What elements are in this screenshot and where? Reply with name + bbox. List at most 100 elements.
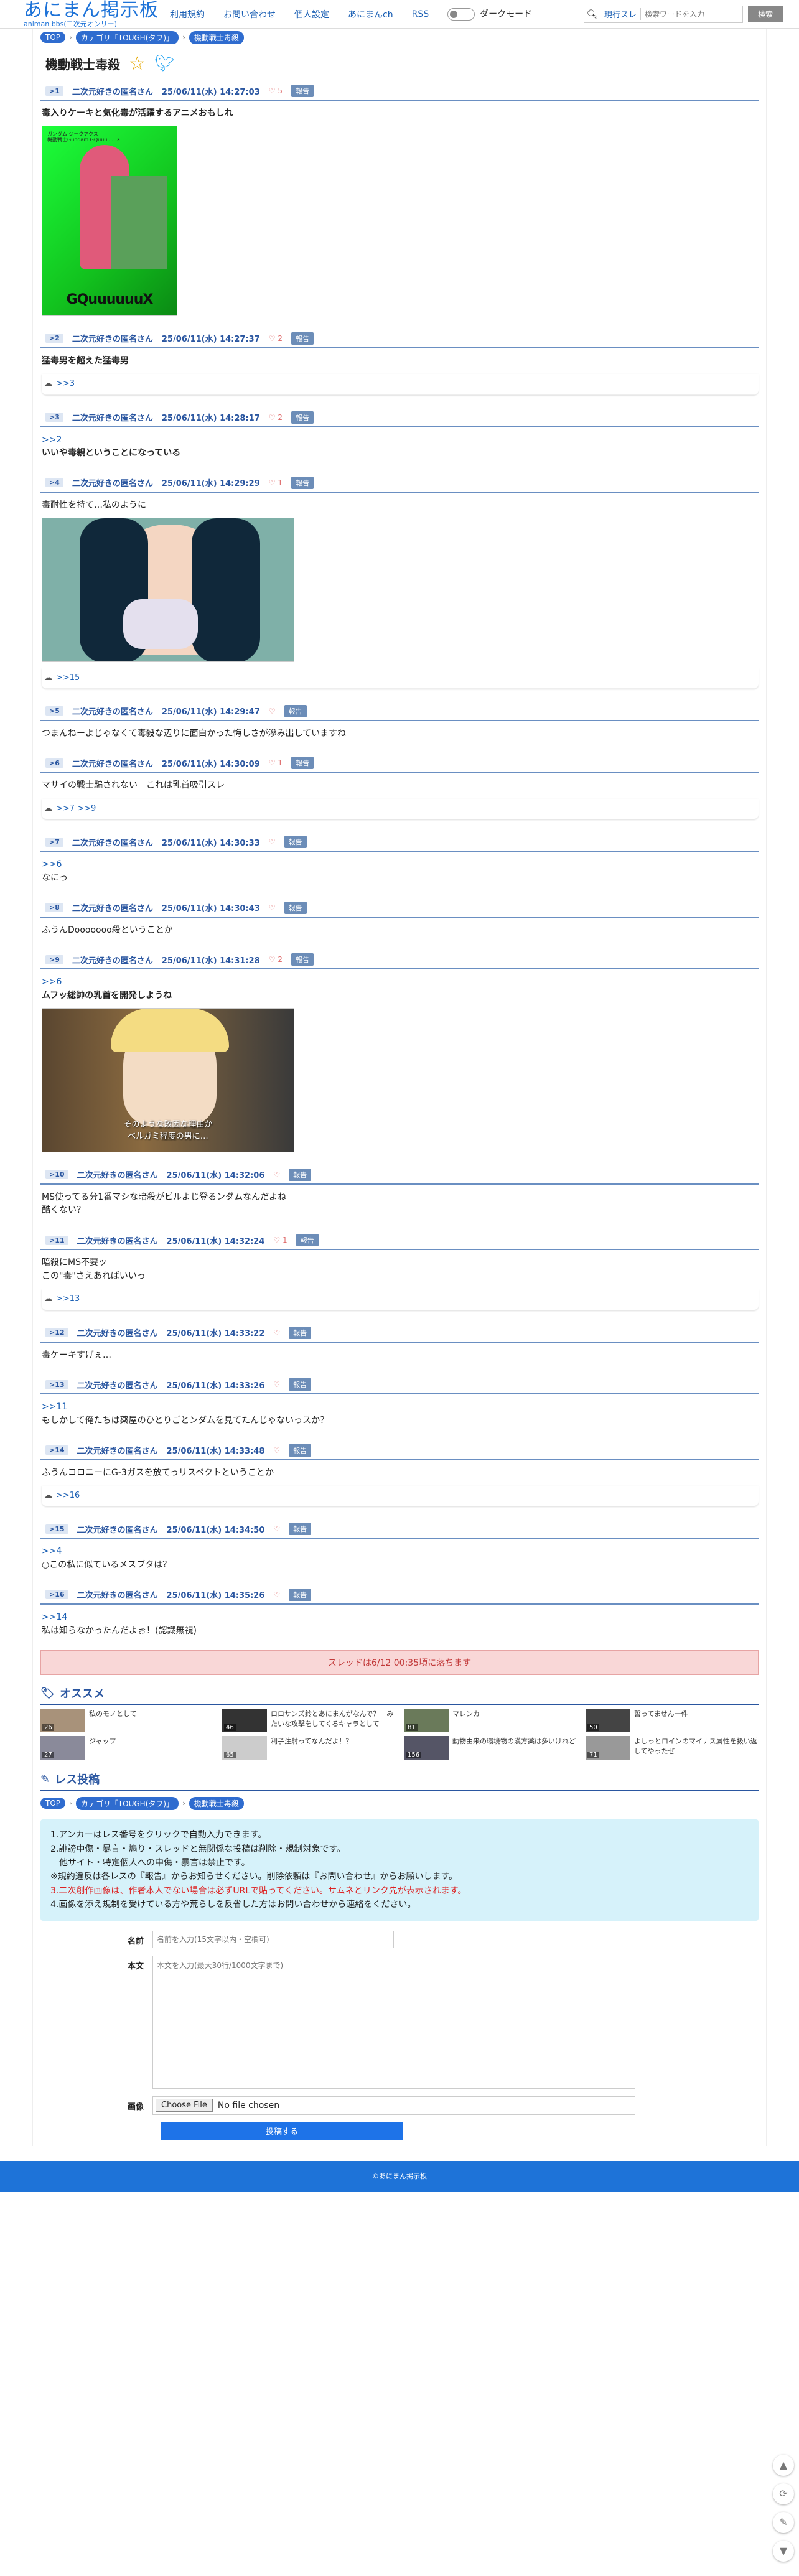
recommend-thumbnail[interactable]: 65 <box>222 1736 267 1760</box>
post-number[interactable]: >7 <box>45 837 63 847</box>
like-button[interactable]: ♡ <box>269 838 276 846</box>
body-field[interactable] <box>152 1955 635 2089</box>
reply-anchor[interactable]: >>6 <box>42 976 759 989</box>
search-scope-select[interactable]: 現行スレ <box>600 8 642 20</box>
breadcrumb-top[interactable]: TOP <box>40 32 66 43</box>
favorite-star-icon[interactable]: ☆ <box>129 53 146 75</box>
post-number[interactable]: >3 <box>45 413 63 422</box>
name-field[interactable] <box>152 1930 394 1948</box>
scroll-bottom-icon[interactable]: ▼ <box>773 2541 794 2562</box>
post-number[interactable]: >8 <box>45 903 63 913</box>
report-button[interactable]: 報告 <box>291 476 314 489</box>
reply-links[interactable]: ☁︎ >>7 >>9 <box>42 799 759 820</box>
site-logo[interactable]: あにまん掲示板 animan bbs(二次元オンリー) <box>24 1 159 27</box>
recommend-card[interactable]: 156 動物由来の環境物の漢方薬は多いけれど <box>404 1736 577 1760</box>
recommend-card[interactable]: 50 誓ってません一件 <box>586 1709 759 1733</box>
nav-contact[interactable]: お問い合わせ <box>223 8 276 21</box>
recommend-thumbnail[interactable]: 156 <box>404 1736 449 1760</box>
breadcrumb-category[interactable]: カテゴリ「TOUGH(タフ)」 <box>75 1796 179 1810</box>
post-number[interactable]: >14 <box>45 1445 68 1455</box>
report-button[interactable]: 報告 <box>291 411 314 424</box>
recommend-thumbnail[interactable]: 27 <box>40 1736 85 1760</box>
report-button[interactable]: 報告 <box>291 332 314 345</box>
recommend-card[interactable]: 71 よしっとロインのマイナス属性を扱い返してやったぜ <box>586 1736 759 1760</box>
breadcrumb-thread[interactable]: 機動戦士毒殺 <box>189 30 244 44</box>
submit-button[interactable]: 投稿する <box>161 2122 403 2140</box>
recommend-card[interactable]: 81 マレンカ <box>404 1709 577 1733</box>
report-button[interactable]: 報告 <box>291 757 314 770</box>
like-button[interactable]: ♡ 2 <box>269 334 283 343</box>
reply-anchor[interactable]: >>6 <box>42 858 759 872</box>
like-button[interactable]: ♡ <box>273 1446 280 1455</box>
report-button[interactable]: 報告 <box>284 836 307 849</box>
post-number[interactable]: >12 <box>45 1328 68 1338</box>
search-input[interactable] <box>641 6 735 22</box>
recommend-thumbnail[interactable]: 26 <box>40 1709 85 1733</box>
post-number[interactable]: >1 <box>45 86 63 96</box>
reply-list[interactable]: >>7 >>9 <box>56 804 96 813</box>
report-button[interactable]: 報告 <box>289 1444 312 1457</box>
recommend-card[interactable]: 27 ジャップ <box>40 1736 213 1760</box>
post-image[interactable]: ガンダム ジークアクス 機動戦士Gundam GQuuuuuuX GQuuuuuuX <box>42 125 177 316</box>
recommend-title[interactable]: 私のモノとして <box>89 1709 137 1732</box>
like-button[interactable]: ♡ 1 <box>273 1236 287 1244</box>
like-button[interactable]: ♡ 1 <box>269 758 283 767</box>
like-button[interactable]: ♡ <box>273 1380 280 1389</box>
recommend-title[interactable]: マレンカ <box>452 1709 480 1732</box>
breadcrumb-top[interactable]: TOP <box>40 1798 66 1809</box>
reply-list[interactable]: >>3 <box>56 379 75 388</box>
reply-list[interactable]: >>16 <box>56 1491 80 1500</box>
recommend-title[interactable]: 誓ってません一件 <box>634 1709 688 1732</box>
breadcrumb-thread[interactable]: 機動戦士毒殺 <box>189 1796 244 1810</box>
reply-anchor[interactable]: >>4 <box>42 1545 759 1559</box>
post-number[interactable]: >13 <box>45 1379 68 1389</box>
reply-links[interactable]: ☁︎ >>13 <box>42 1289 759 1310</box>
twitter-share-icon[interactable]: 🐦︎ <box>154 54 175 73</box>
reply-anchor[interactable]: >>2 <box>42 434 759 447</box>
like-button[interactable]: ♡ <box>269 707 276 716</box>
recommend-thumbnail[interactable]: 71 <box>586 1736 630 1760</box>
recommend-card[interactable]: 26 私のモノとして <box>40 1709 213 1733</box>
report-button[interactable]: 報告 <box>289 1378 312 1391</box>
post-number[interactable]: >10 <box>45 1170 68 1180</box>
post-number[interactable]: >16 <box>45 1590 68 1600</box>
recommend-thumbnail[interactable]: 81 <box>404 1709 449 1733</box>
nav-rss[interactable]: RSS <box>412 9 429 19</box>
post-number[interactable]: >11 <box>45 1235 68 1245</box>
post-number[interactable]: >4 <box>45 478 63 488</box>
like-button[interactable]: ♡ 2 <box>269 955 283 964</box>
report-button[interactable]: 報告 <box>289 1588 312 1601</box>
recommend-card[interactable]: 65 利子注射ってなんだよ！？ <box>222 1736 395 1760</box>
report-button[interactable]: 報告 <box>284 704 307 717</box>
reply-list[interactable]: >>13 <box>56 1294 80 1304</box>
scroll-top-icon[interactable]: ▲ <box>773 2455 794 2476</box>
report-button[interactable]: 報告 <box>289 1523 312 1536</box>
reply-anchor[interactable]: >>11 <box>42 1401 759 1414</box>
reply-links[interactable]: ☁︎ >>16 <box>42 1486 759 1507</box>
choose-file-button[interactable]: Choose File <box>156 2099 213 2112</box>
report-button[interactable]: 報告 <box>296 1234 319 1247</box>
post-image[interactable] <box>42 517 294 662</box>
like-button[interactable]: ♡ <box>273 1328 280 1337</box>
report-button[interactable]: 報告 <box>291 953 314 966</box>
breadcrumb-category[interactable]: カテゴリ「TOUGH(タフ)」 <box>75 30 179 44</box>
report-button[interactable]: 報告 <box>291 85 314 97</box>
post-image[interactable]: そのような敗因な理由か ベルガミ程度の男に… <box>42 1007 294 1152</box>
recommend-thumbnail[interactable]: 46 <box>222 1709 267 1733</box>
like-button[interactable]: ♡ 5 <box>269 86 283 95</box>
like-button[interactable]: ♡ <box>273 1524 280 1533</box>
reply-links[interactable]: ☁︎ >>15 <box>42 668 759 689</box>
like-button[interactable]: ♡ 1 <box>269 478 283 487</box>
like-button[interactable]: ♡ <box>273 1170 280 1179</box>
compose-icon[interactable]: ✎ <box>773 2512 794 2533</box>
recommend-title[interactable]: よしっとロインのマイナス属性を扱い返してやったぜ <box>634 1736 759 1760</box>
post-number[interactable]: >6 <box>45 758 63 768</box>
recommend-title[interactable]: 動物由来の環境物の漢方薬は多いけれど <box>452 1736 576 1760</box>
post-number[interactable]: >9 <box>45 954 63 964</box>
report-button[interactable]: 報告 <box>284 901 307 914</box>
like-button[interactable]: ♡ 2 <box>269 413 283 422</box>
reply-links[interactable]: ☁︎ >>3 <box>42 374 759 395</box>
reply-anchor[interactable]: >>14 <box>42 1611 759 1625</box>
recommend-thumbnail[interactable]: 50 <box>586 1709 630 1733</box>
reload-icon[interactable]: ⟳ <box>773 2483 794 2504</box>
